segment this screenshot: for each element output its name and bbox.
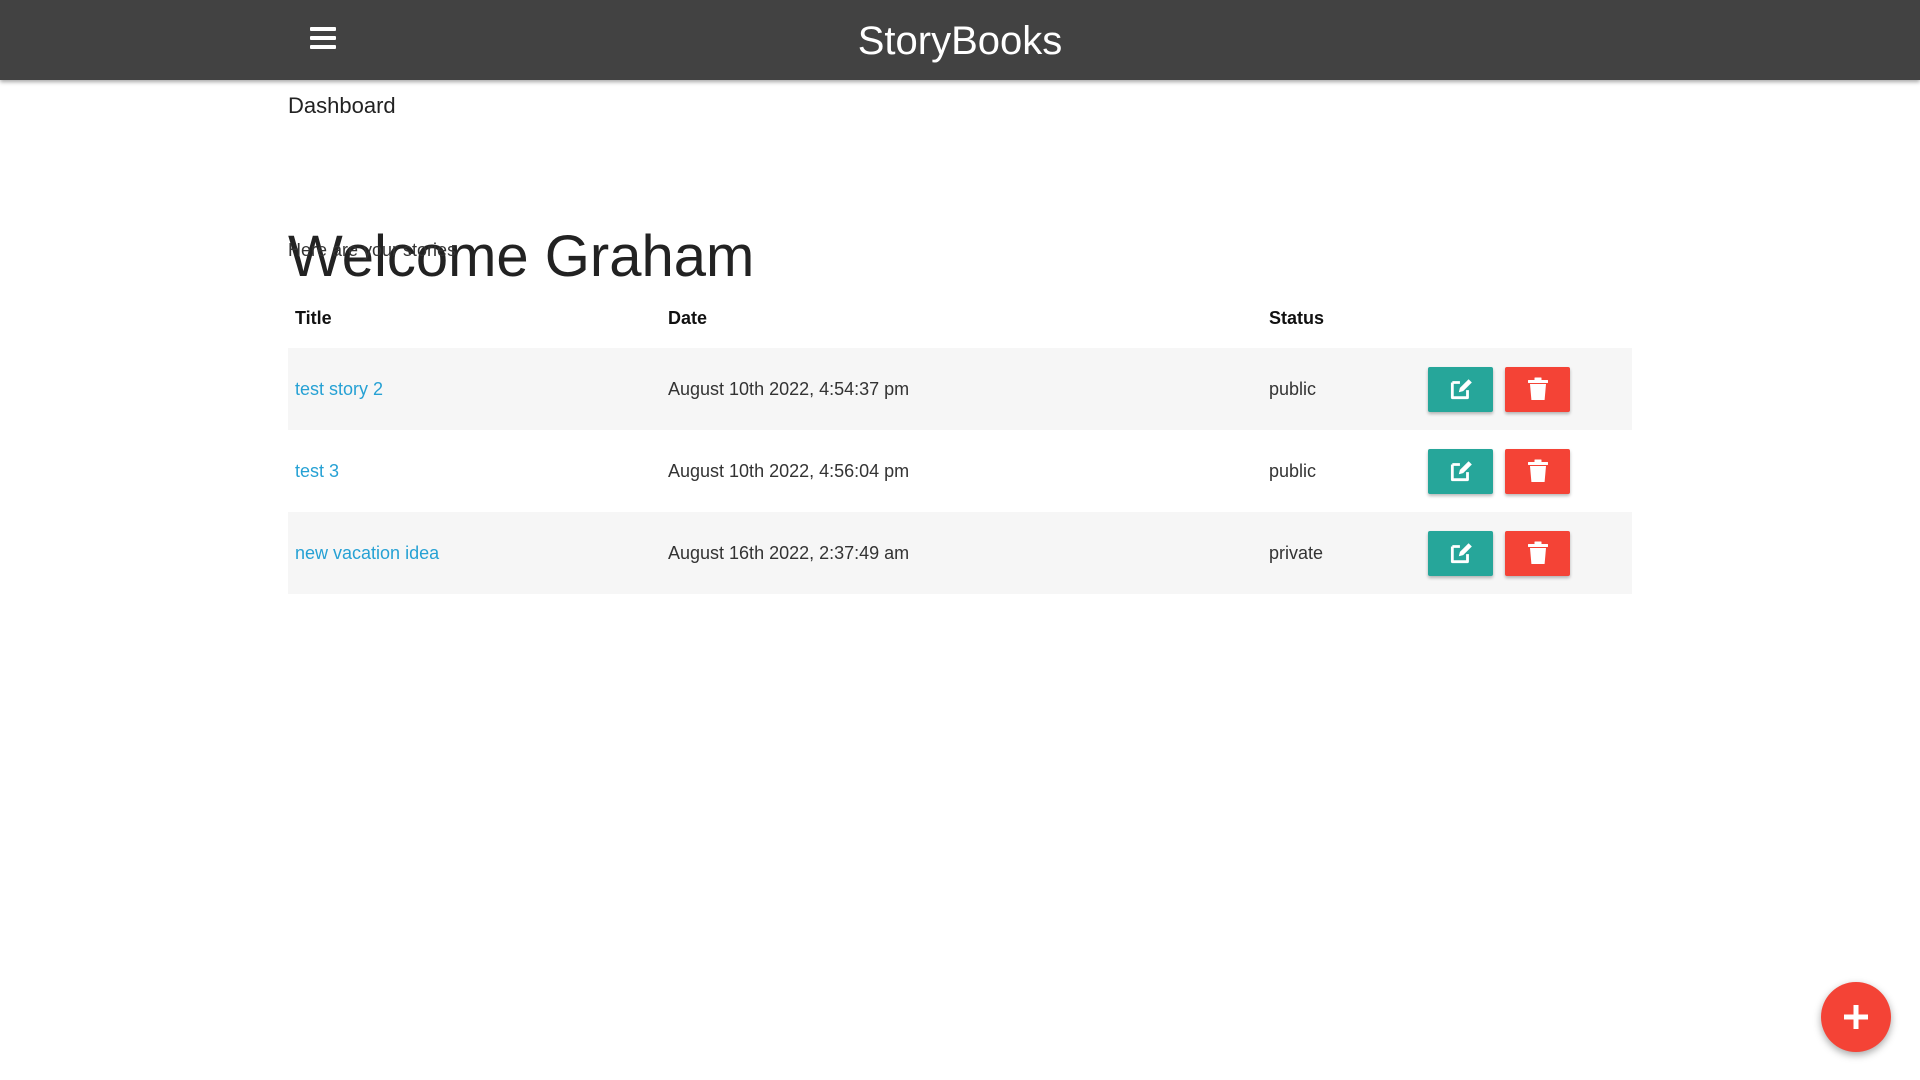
story-status: public xyxy=(1269,460,1317,481)
add-story-fab-button[interactable] xyxy=(1821,982,1891,1052)
story-date: August 16th 2022, 2:37:49 am xyxy=(661,512,1262,594)
actions-column-header xyxy=(1421,288,1632,348)
trash-icon xyxy=(1527,541,1548,564)
story-title-link[interactable]: new vacation idea xyxy=(295,543,439,563)
delete-story-button[interactable] xyxy=(1505,366,1570,412)
story-status: private xyxy=(1262,512,1421,594)
row-actions xyxy=(1428,448,1632,494)
story-date: August 10th 2022, 4:56:04 pm xyxy=(668,460,910,481)
plus-icon xyxy=(1844,1005,1868,1029)
subtext: Here are your stories xyxy=(288,240,457,260)
status-column-header: Status xyxy=(1269,307,1325,328)
delete-story-button[interactable] xyxy=(1505,530,1570,576)
table-header-row: Title Date Status xyxy=(288,288,1632,348)
row-actions xyxy=(1428,366,1632,412)
brand-logo-link[interactable]: StoryBooks xyxy=(0,0,1920,80)
date-column-header: Date xyxy=(668,307,708,328)
pencil-square-icon xyxy=(1450,461,1472,482)
story-status: public xyxy=(1262,348,1421,430)
stories-table: Title Date Status test story 2 August 10… xyxy=(288,288,1632,594)
edit-story-button[interactable] xyxy=(1428,530,1493,576)
table-row: test 3 August 10th 2022, 4:56:04 pm publ… xyxy=(288,430,1632,512)
pencil-square-icon xyxy=(1450,379,1472,400)
top-navbar: StoryBooks xyxy=(0,0,1920,80)
edit-story-button[interactable] xyxy=(1428,366,1493,412)
delete-story-button[interactable] xyxy=(1505,448,1570,494)
table-row: test story 2 August 10th 2022, 4:54:37 p… xyxy=(288,348,1632,430)
story-date: August 10th 2022, 4:54:37 pm xyxy=(661,348,1262,430)
story-title-link[interactable]: test story 2 xyxy=(295,379,383,399)
table-row: new vacation idea August 16th 2022, 2:37… xyxy=(288,512,1632,594)
trash-icon xyxy=(1527,377,1548,400)
edit-story-button[interactable] xyxy=(1428,448,1493,494)
story-title-link[interactable]: test 3 xyxy=(295,461,339,481)
row-actions xyxy=(1428,530,1632,576)
page-label: Dashboard xyxy=(288,93,396,118)
pencil-square-icon xyxy=(1450,543,1472,564)
title-column-header: Title xyxy=(295,307,332,328)
trash-icon xyxy=(1527,459,1548,482)
